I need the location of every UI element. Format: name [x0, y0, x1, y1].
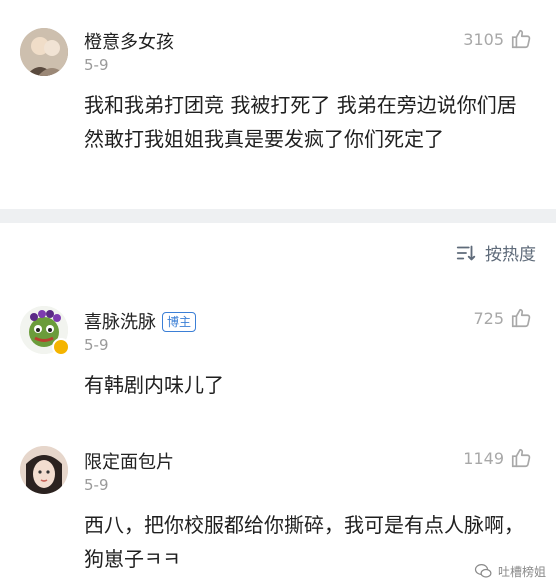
- avatar[interactable]: [20, 446, 68, 494]
- avatar-image: [20, 446, 68, 494]
- like-count: 725: [473, 308, 504, 328]
- username-text: 喜脉洗脉: [84, 312, 156, 333]
- section-divider: [0, 209, 556, 223]
- comment-date: 5-9: [84, 56, 109, 74]
- like-button[interactable]: 3105: [463, 28, 532, 50]
- username[interactable]: 限定面包片: [84, 448, 174, 474]
- comment-text: 西八，把你校服都给你撕碎，我可是有点人脉啊，狗崽子ㅋㅋ: [84, 513, 524, 571]
- watermark: 吐槽榜姐: [474, 562, 546, 580]
- username[interactable]: 橙意多女孩: [84, 28, 174, 54]
- thumbs-up-icon: [511, 308, 531, 328]
- thumbs-up-icon: [511, 448, 531, 468]
- comment-date: 5-9: [84, 336, 109, 354]
- like-button[interactable]: 725: [473, 307, 532, 329]
- sort-by-hot-button[interactable]: 按热度: [455, 240, 536, 265]
- author-badge: 博主: [162, 312, 197, 332]
- avatar[interactable]: [20, 28, 68, 76]
- username[interactable]: 喜脉洗脉 博主: [84, 308, 197, 334]
- like-count: 1149: [463, 448, 504, 468]
- verified-badge-icon: [52, 338, 70, 356]
- comment-text: 我和我弟打团竞 我被打死了 我弟在旁边说你们居然敢打我姐姐我真是要发疯了你们死定…: [84, 93, 517, 151]
- chat-bubble-icon: [474, 564, 492, 578]
- watermark-text: 吐槽榜姐: [497, 564, 546, 579]
- comment-text: 有韩剧内味儿了: [84, 373, 224, 397]
- like-count: 3105: [463, 29, 504, 49]
- avatar-image: [20, 28, 68, 76]
- comment-date: 5-9: [84, 476, 109, 494]
- thumbs-up-icon: [511, 29, 531, 49]
- sort-icon: [456, 245, 476, 260]
- sort-label: 按热度: [485, 245, 536, 265]
- like-button[interactable]: 1149: [463, 447, 532, 469]
